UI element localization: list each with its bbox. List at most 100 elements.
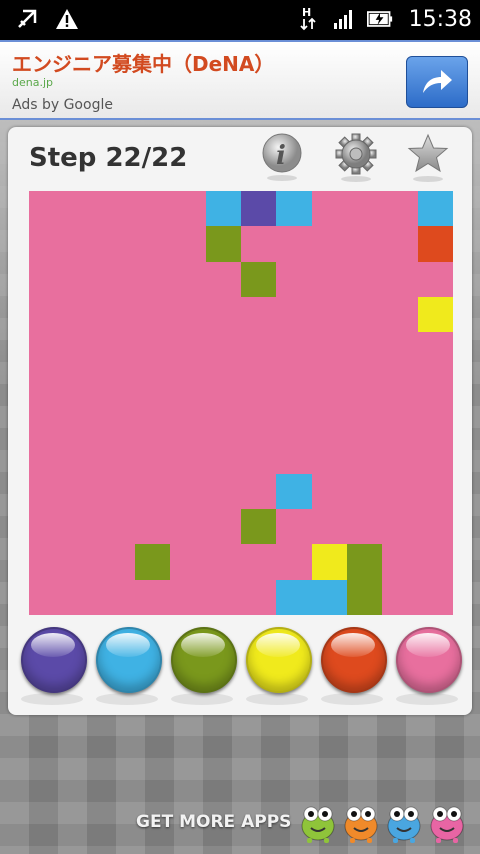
board-cell: [276, 473, 312, 509]
board-cell: [134, 367, 171, 403]
ad-title[interactable]: エンジニア募集中（DeNA）: [12, 48, 274, 77]
board-cell: [205, 438, 241, 474]
board-cell: [205, 544, 241, 580]
board-cell: [417, 191, 453, 227]
warning-icon: [54, 5, 80, 33]
get-more-apps-link[interactable]: GET MORE APPS: [136, 812, 291, 832]
board-cell: [64, 296, 100, 333]
usb-debug-icon: [14, 5, 40, 33]
color-button-blue[interactable]: [96, 627, 162, 693]
board-cell: [240, 261, 277, 297]
color-picker: [20, 625, 464, 705]
color-button-pink[interactable]: [396, 627, 462, 693]
board-cell: [417, 579, 453, 615]
board-cell: [311, 402, 347, 439]
board-cell: [205, 226, 241, 262]
board-cell: [417, 402, 453, 439]
board-cell: [346, 544, 383, 580]
board-cell: [205, 473, 241, 509]
board-cell: [240, 508, 277, 545]
clock: 15:38: [408, 6, 472, 32]
board-cell: [134, 438, 171, 474]
battery-charging-icon: [366, 5, 393, 33]
board-cell: [382, 296, 418, 333]
board-cell: [29, 579, 65, 615]
board-cell: [170, 226, 206, 262]
board-cell: [29, 191, 65, 227]
board-cell: [346, 579, 383, 615]
board-cell: [64, 438, 100, 474]
color-button-green[interactable]: [171, 627, 237, 693]
board-cell: [311, 367, 347, 403]
board-cell: [240, 296, 277, 333]
share-arrow-icon: [423, 70, 452, 93]
mascot-icon[interactable]: [384, 800, 424, 844]
board-cell: [170, 544, 206, 580]
board-cell: [417, 261, 453, 297]
board-cell: [240, 579, 277, 615]
board-cell: [311, 579, 347, 615]
settings-button[interactable]: [334, 133, 378, 187]
board-cell: [64, 402, 100, 439]
board-cell: [205, 296, 241, 333]
board-cell: [29, 473, 65, 509]
mascot-icon[interactable]: [341, 800, 381, 844]
board-cell: [99, 296, 135, 333]
info-button[interactable]: i: [260, 133, 304, 187]
board-cell: [382, 261, 418, 297]
board-cell: [311, 226, 347, 262]
game-card: Step 22/22 i: [8, 127, 472, 715]
favorite-button[interactable]: [406, 133, 450, 187]
color-button-reflection: [321, 693, 383, 705]
mascot-icon[interactable]: [427, 800, 467, 844]
board-cell: [311, 508, 347, 545]
board-cell: [99, 261, 135, 297]
board-cell: [99, 508, 135, 545]
board-cell: [170, 367, 206, 403]
board-cell: [205, 579, 241, 615]
board-cell: [134, 226, 171, 262]
step-counter: Step 22/22: [29, 143, 188, 173]
svg-text:i: i: [276, 141, 286, 171]
board-cell: [240, 402, 277, 439]
color-button-red[interactable]: [321, 627, 387, 693]
ad-banner[interactable]: エンジニア募集中（DeNA） dena.jp Ads by Google: [0, 40, 480, 120]
board-cell: [240, 544, 277, 580]
game-board: [29, 191, 453, 615]
board-cell: [240, 438, 277, 474]
board-cell: [99, 402, 135, 439]
board-cell: [134, 402, 171, 439]
svg-text:H: H: [302, 6, 311, 19]
board-cell: [276, 226, 312, 262]
board-cell: [99, 438, 135, 474]
color-button-yellow[interactable]: [246, 627, 312, 693]
board-cell: [29, 508, 65, 545]
board-cell: [346, 296, 383, 333]
board-cell: [311, 544, 347, 580]
board-cell: [276, 296, 312, 333]
mascot-icon[interactable]: [298, 800, 338, 844]
board-cell: [417, 544, 453, 580]
board-cell: [64, 332, 100, 368]
star-icon: [407, 133, 449, 182]
board-cell: [276, 402, 312, 439]
board-cell: [417, 473, 453, 509]
board-cell: [276, 508, 312, 545]
color-button-purple[interactable]: [21, 627, 87, 693]
board-cell: [99, 191, 135, 227]
color-button-reflection: [246, 693, 308, 705]
board-cell: [134, 261, 171, 297]
board-cell: [346, 402, 383, 439]
board-cell: [276, 367, 312, 403]
board-cell: [99, 473, 135, 509]
board-cell: [29, 438, 65, 474]
board-cell: [346, 226, 383, 262]
board-cell: [170, 402, 206, 439]
ad-url[interactable]: dena.jp: [12, 76, 53, 89]
board-cell: [170, 191, 206, 227]
board-cell: [240, 191, 277, 227]
board-cell: [29, 367, 65, 403]
ad-open-button[interactable]: [406, 56, 468, 108]
board-cell: [311, 438, 347, 474]
board-cell: [205, 402, 241, 439]
